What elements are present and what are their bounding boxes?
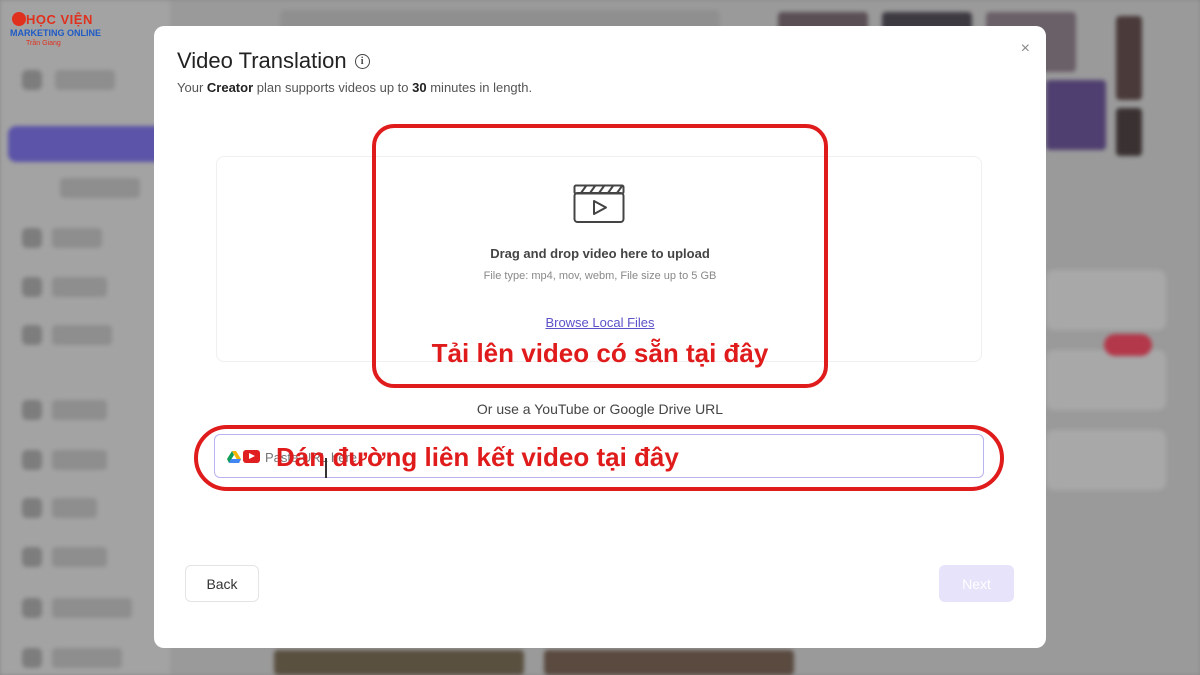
background-side-item [52, 277, 107, 297]
background-thumbnail [1046, 80, 1106, 150]
background-create-button [8, 126, 168, 162]
background-card [1046, 270, 1166, 330]
subtitle-suffix: minutes in length. [426, 80, 533, 95]
background-side-icon [22, 498, 42, 518]
background-side-icon [22, 277, 42, 297]
background-card [1046, 430, 1166, 490]
background-side-item [52, 648, 122, 668]
background-thumbnail [544, 650, 794, 675]
background-side-icon [22, 400, 42, 420]
background-side-icon [22, 598, 42, 618]
background-side-icon [22, 228, 42, 248]
background-avatar [22, 70, 42, 90]
logo-sub-text: MARKETING ONLINE [10, 28, 101, 38]
info-icon[interactable]: i [354, 53, 370, 69]
upload-annotation-text: Tải lên video có sẵn tại đây [431, 338, 769, 368]
background-side-item [52, 547, 107, 567]
max-minutes: 30 [412, 80, 427, 95]
background-thumbnail [274, 650, 524, 675]
background-side-item [52, 598, 132, 618]
or-url-label: Or use a YouTube or Google Drive URL [476, 401, 724, 417]
modal-title: Video Translation i [177, 48, 370, 74]
background-thumbnail [1116, 108, 1142, 156]
background-side-icon [22, 648, 42, 668]
close-icon[interactable]: × [1021, 40, 1030, 58]
background-side-icon [22, 547, 42, 567]
url-annotation-text: Dán đường liên kết video tại đây [276, 442, 679, 472]
next-button[interactable]: Next [939, 565, 1014, 602]
logo-tag-text: Trần Giang [26, 40, 61, 47]
modal-title-text: Video Translation [177, 48, 347, 73]
plan-subtitle: Your Creator plan supports videos up to … [177, 80, 532, 95]
background-thumbnail [1116, 16, 1142, 100]
back-button[interactable]: Back [185, 565, 259, 602]
background-side-item [60, 178, 140, 198]
plan-name: Creator [206, 80, 254, 95]
brand-logo: HỌC VIỆN MARKETING ONLINE Trần Giang [10, 10, 110, 52]
background-user-row [55, 70, 115, 90]
logo-main-text: HỌC VIỆN [26, 12, 93, 27]
background-side-icon [22, 450, 42, 470]
subtitle-mid: plan supports videos up to [253, 80, 413, 95]
subtitle-prefix: Your [177, 80, 207, 95]
background-side-item [52, 450, 107, 470]
background-side-item [52, 228, 102, 248]
background-side-item [52, 400, 107, 420]
logo-mark-icon [12, 12, 26, 26]
background-side-item [52, 498, 97, 518]
